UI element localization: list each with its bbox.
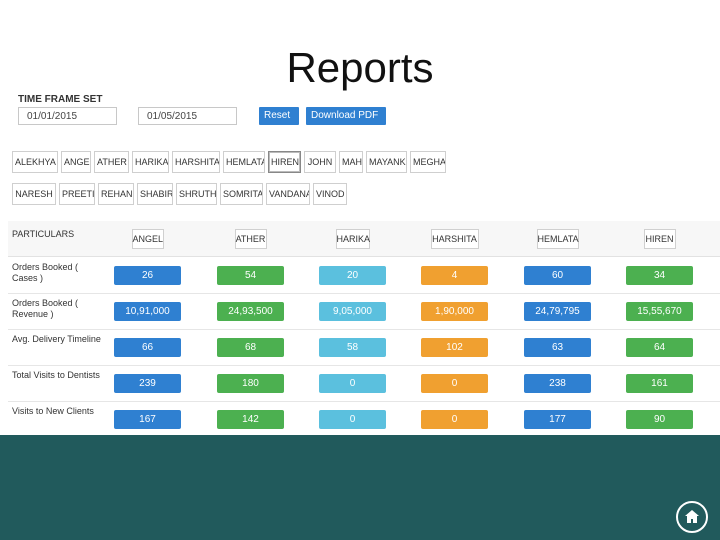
employee-button-mayank[interactable]: MAYANK [366, 151, 407, 173]
value-badge: 64 [626, 338, 693, 357]
row-label: Orders Booked ( Revenue ) [12, 298, 79, 319]
column-header-ather: ATHER [234, 229, 267, 249]
page-title: Reports [286, 44, 434, 91]
employee-button-shabir[interactable]: SHABIR [137, 183, 173, 205]
time-frame-label: TIME FRAME SET [18, 94, 103, 105]
table-row: Avg. Delivery Timeline 66 68 58 102 63 64 [8, 330, 720, 366]
employee-button-mahi[interactable]: MAHI [339, 151, 363, 173]
column-header-harshita: HARSHITA [430, 229, 479, 249]
value-badge: 68 [217, 338, 284, 357]
employee-button-ather[interactable]: ATHER [94, 151, 129, 173]
value-badge: 0 [319, 374, 386, 393]
value-badge: 34 [626, 266, 693, 285]
value-badge: 102 [421, 338, 488, 357]
value-badge: 54 [217, 266, 284, 285]
report-table: PARTICULARS ANGEL ATHER HARIKA HARSHITA HEML… [8, 221, 720, 438]
value-badge: 15,55,670 [626, 302, 693, 321]
table-header: PARTICULARS ANGEL ATHER HARIKA HARSHITA HEML… [8, 221, 720, 257]
footer-bar [0, 435, 720, 540]
row-label: Visits to New Clients [12, 406, 94, 416]
employee-button-hiren[interactable]: HIREN [268, 151, 301, 173]
download-pdf-button[interactable]: Download PDF > [306, 107, 386, 135]
table-row: Orders Booked ( Revenue ) 10,91,000 24,93,… [8, 294, 720, 330]
value-badge: 63 [524, 338, 591, 357]
value-badge: 60 [524, 266, 591, 285]
row-label: Avg. Delivery Timeline [12, 334, 101, 344]
value-badge: 180 [217, 374, 284, 393]
from-date-input[interactable]: 01/01/2015 [18, 107, 117, 125]
employee-row-1: ALEKHYAANGELATHERHARIKAHARSHITAHEMLATAHI… [12, 151, 446, 173]
employee-row-2: NARESH PREETI REHAN SHABIR SHRUTHI SOMRITA VAN… [12, 183, 347, 205]
column-header-hiren: HIREN [643, 229, 676, 249]
row-label: Orders Booked ( Cases ) [12, 262, 79, 283]
row-label: Total Visits to Dentists [12, 370, 100, 380]
column-header-harika: HARIKA [335, 229, 370, 249]
value-badge: 0 [421, 410, 488, 429]
column-header-angel: ANGEL [131, 229, 164, 249]
home-button[interactable] [676, 501, 708, 533]
employee-button-john[interactable]: JOHN [304, 151, 336, 173]
home-icon [685, 510, 699, 523]
employee-button-shruthi[interactable]: SHRUTHI [176, 183, 217, 205]
employee-button-vinod[interactable]: VINOD [313, 183, 347, 205]
value-badge: 177 [524, 410, 591, 429]
value-badge: 238 [524, 374, 591, 393]
employee-button-vandana[interactable]: VANDANA [266, 183, 310, 205]
value-badge: 239 [114, 374, 181, 393]
value-badge: 90 [626, 410, 693, 429]
employee-button-somrita[interactable]: SOMRITA [220, 183, 263, 205]
value-badge: 167 [114, 410, 181, 429]
employee-button-harshita[interactable]: HARSHITA [172, 151, 220, 173]
value-badge: 24,79,795 [524, 302, 591, 321]
value-badge: 58 [319, 338, 386, 357]
value-badge: 161 [626, 374, 693, 393]
employee-button-harika[interactable]: HARIKA [132, 151, 169, 173]
employee-button-angel[interactable]: ANGEL [61, 151, 91, 173]
value-badge: 1,90,000 [421, 302, 488, 321]
value-badge: 4 [421, 266, 488, 285]
employee-button-rehan[interactable]: REHAN [98, 183, 134, 205]
table-row: Total Visits to Dentists 239 180 0 0 238 161 [8, 366, 720, 402]
value-badge: 26 [114, 266, 181, 285]
to-date-input[interactable]: 01/05/2015 [138, 107, 237, 125]
table-row: Visits to New Clients 167 142 0 0 177 90 [8, 402, 720, 438]
employee-button-hemlata[interactable]: HEMLATA [223, 151, 265, 173]
value-badge: 142 [217, 410, 284, 429]
table-row: Orders Booked ( Cases ) 26 54 20 4 60 34 [8, 258, 720, 294]
employee-button-megha[interactable]: MEGHA [410, 151, 446, 173]
value-badge: 66 [114, 338, 181, 357]
value-badge: 20 [319, 266, 386, 285]
value-badge: 24,93,500 [217, 302, 284, 321]
value-badge: 0 [319, 410, 386, 429]
particulars-header: PARTICULARS [12, 229, 75, 239]
employee-button-preeti[interactable]: PREETI [59, 183, 95, 205]
value-badge: 0 [421, 374, 488, 393]
employee-button-alekhya[interactable]: ALEKHYA [12, 151, 58, 173]
value-badge: 10,91,000 [114, 302, 181, 321]
employee-button-naresh[interactable]: NARESH [12, 183, 56, 205]
reset-button[interactable]: Reset > [259, 107, 299, 135]
column-header-hemlata: HEMLATA [536, 229, 579, 249]
value-badge: 9,05,000 [319, 302, 386, 321]
